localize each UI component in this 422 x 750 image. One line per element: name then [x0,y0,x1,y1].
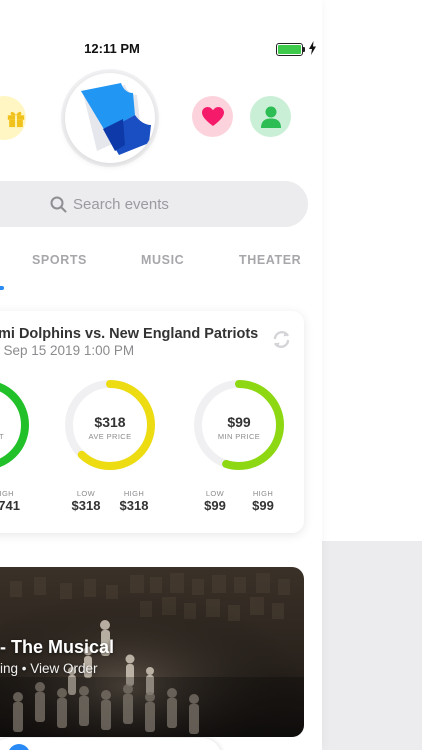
background-panel [322,541,422,750]
ring-1-high-value: 741 [0,498,20,513]
search-input[interactable] [73,193,273,215]
minimum-price-label: MIN PRICE [217,432,261,441]
average-price-value: $318 [94,414,126,430]
profile-button[interactable] [250,96,291,137]
average-high-label: HIGH [123,489,145,498]
minimum-high-label: HIGH [252,489,274,498]
gift-icon [7,111,25,128]
event-date: , Sep 15 2019 1:00 PM [0,343,135,358]
ring-1-high-label: HIGH [0,489,14,498]
tab-music[interactable]: MUSIC [141,253,184,267]
ring-arc-1 [0,380,29,470]
tickets-left-ring [0,380,29,470]
minimum-high-value: $99 [252,498,274,513]
user-icon [260,106,281,128]
tab-indicator [0,286,4,290]
view-order-link[interactable]: View Order [30,661,97,676]
ticket-logo-icon [81,83,151,155]
average-high-value: $318 [119,498,149,513]
refresh-icon[interactable] [271,329,292,350]
tab-sports[interactable]: SPORTS [32,253,87,267]
show-separator: • [18,661,31,676]
battery-tip [303,47,305,52]
ring-1-label: FT [0,432,4,441]
average-low-label: LOW [76,489,96,498]
ticket-logo[interactable] [65,73,155,163]
bottom-bar[interactable] [0,738,222,750]
search-bar[interactable] [0,181,308,227]
minimum-low-value: $99 [204,498,226,513]
gift-button[interactable] [0,96,26,140]
show-status: ing [0,661,19,676]
average-low-value: $318 [71,498,101,513]
minimum-price-value: $99 [227,414,251,430]
battery-icon [276,43,303,56]
show-subtitle: ing • View Order [0,661,98,676]
minimum-low-label: LOW [205,489,225,498]
status-time: 12:11 PM [84,41,140,56]
tab-theater[interactable]: THEATER [239,253,301,267]
app-screen: 12:11 PM Search events SPORTS MUSIC THEA… [0,0,322,750]
heart-icon [201,106,224,126]
search-icon [50,196,67,213]
event-title: mi Dolphins vs. New England Patriots [0,326,259,342]
show-title: - The Musical [0,637,115,657]
charging-bolt-icon [309,41,316,55]
battery-fill [278,45,301,54]
average-price-label: AVE PRICE [88,432,132,441]
favorites-button[interactable] [192,96,233,137]
